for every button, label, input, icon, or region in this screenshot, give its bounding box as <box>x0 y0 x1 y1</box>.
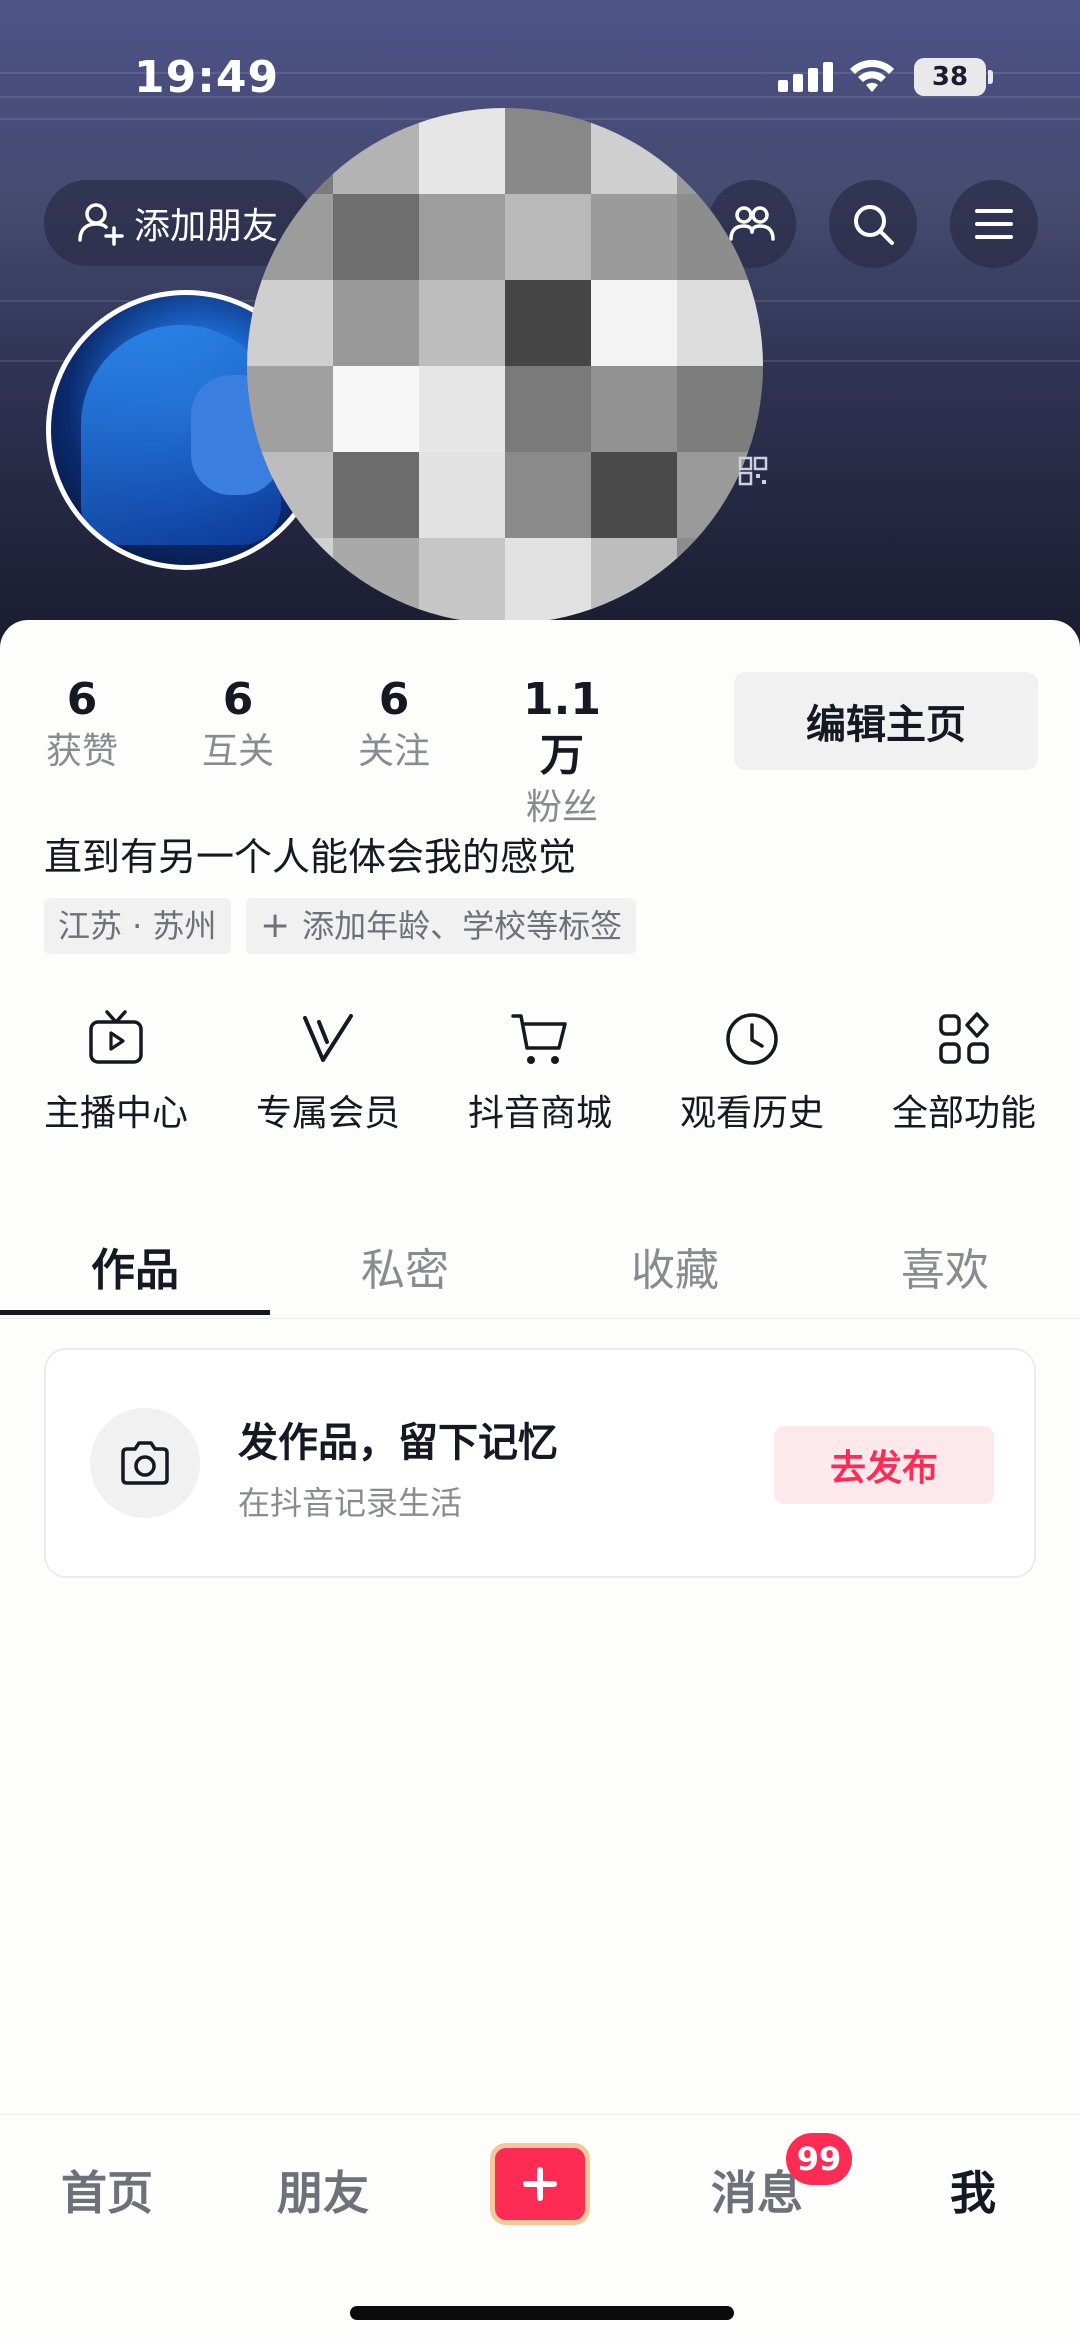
feature-shortcuts: 主播中心 专属会员 抖音商城 观看历史 全部功能 <box>0 1008 1080 1148</box>
nav-friends[interactable]: 朋友 <box>248 2157 398 2223</box>
battery-indicator: 38 <box>914 58 986 96</box>
add-friend-label: 添加朋友 <box>134 206 279 247</box>
stat-value: 6 <box>378 674 410 725</box>
tab-works[interactable]: 作品 <box>0 1234 270 1298</box>
v-icon <box>303 1014 353 1062</box>
tv-play-icon <box>89 1010 143 1064</box>
plus-icon <box>523 2167 557 2201</box>
home-indicator[interactable] <box>350 2306 734 2320</box>
cellular-signal-icon <box>778 62 834 92</box>
feature-all[interactable]: 全部功能 <box>864 1008 1064 1136</box>
publish-prompt-card[interactable]: 发作品，留下记忆 在抖音记录生活 去发布 <box>44 1348 1036 1578</box>
messages-badge: 99 <box>786 2133 852 2185</box>
people-icon <box>729 206 775 241</box>
grid-icon <box>939 1012 989 1064</box>
stat-followers[interactable]: 1.1万 粉丝 <box>502 672 622 832</box>
publish-subtitle: 在抖音记录生活 <box>238 1484 463 1522</box>
search-button[interactable] <box>829 180 917 268</box>
stat-mutual[interactable]: 6 互关 <box>190 672 286 776</box>
stat-likes[interactable]: 6 获赞 <box>34 672 130 776</box>
clock-icon <box>726 1013 778 1065</box>
stat-label: 互关 <box>201 731 274 772</box>
camera-button[interactable] <box>90 1408 200 1518</box>
create-button[interactable] <box>490 2143 590 2225</box>
battery-cap <box>988 70 993 84</box>
tab-private[interactable]: 私密 <box>270 1234 540 1298</box>
feature-label: 专属会员 <box>255 1093 400 1134</box>
content-tabs: 作品 私密 收藏 喜欢 <box>0 1200 1080 1319</box>
publish-title: 发作品，留下记忆 <box>238 1420 558 1466</box>
camera-icon <box>121 1441 169 1485</box>
bio-text: 直到有另一个人能体会我的感觉 <box>44 835 577 879</box>
hamburger-menu-icon <box>975 209 1013 239</box>
nav-me[interactable]: 我 <box>898 2157 1048 2223</box>
stat-label: 关注 <box>357 731 430 772</box>
location-tag[interactable]: 江苏 · 苏州 <box>44 898 231 954</box>
stat-value: 6 <box>222 674 254 725</box>
status-time: 19:49 <box>134 52 280 103</box>
stat-value: 1.1万 <box>523 674 601 781</box>
feature-label: 抖音商城 <box>467 1093 612 1134</box>
feature-mall[interactable]: 抖音商城 <box>440 1008 640 1136</box>
feature-watch-history[interactable]: 观看历史 <box>652 1008 852 1136</box>
feature-label: 观看历史 <box>679 1093 824 1134</box>
stat-following[interactable]: 6 关注 <box>346 672 442 776</box>
stat-label: 粉丝 <box>525 787 598 828</box>
qr-code-icon[interactable] <box>738 456 768 486</box>
menu-button[interactable] <box>950 180 1038 268</box>
feature-streamer-center[interactable]: 主播中心 <box>16 1008 216 1136</box>
active-tab-indicator <box>0 1310 270 1315</box>
add-tag-label: 添加年龄、学校等标签 <box>302 907 623 945</box>
privacy-mosaic <box>247 108 763 624</box>
cart-icon <box>511 1014 567 1064</box>
publish-button[interactable]: 去发布 <box>774 1426 994 1504</box>
tab-favorites[interactable]: 收藏 <box>540 1234 810 1298</box>
edit-profile-button[interactable]: 编辑主页 <box>734 672 1038 770</box>
search-icon <box>854 205 894 245</box>
stat-value: 6 <box>66 674 98 725</box>
plus-icon: + <box>260 905 291 946</box>
feature-label: 主播中心 <box>43 1093 188 1134</box>
feature-vip[interactable]: 专属会员 <box>228 1008 428 1136</box>
nav-home[interactable]: 首页 <box>32 2157 182 2223</box>
add-person-icon <box>78 203 124 246</box>
add-tag-button[interactable]: + 添加年龄、学校等标签 <box>246 898 637 954</box>
feature-label: 全部功能 <box>891 1093 1036 1134</box>
tab-likes[interactable]: 喜欢 <box>810 1234 1080 1298</box>
stat-label: 获赞 <box>45 731 118 772</box>
wifi-icon <box>850 59 894 92</box>
